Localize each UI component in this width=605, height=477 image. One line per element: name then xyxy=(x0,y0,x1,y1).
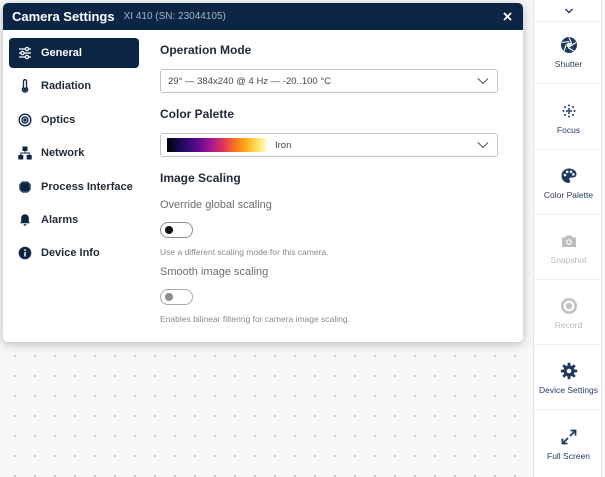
snapshot-button[interactable]: Snapshot xyxy=(534,218,603,280)
color-palette-select[interactable]: Iron xyxy=(160,133,498,157)
settings-nav: General Radiation Optics Network Process… xyxy=(9,38,139,272)
dialog-subtitle: XI 410 (SN: 23044105) xyxy=(123,11,226,22)
record-button[interactable]: Record xyxy=(534,283,603,345)
operation-mode-value: 29° — 384x240 @ 4 Hz — -20..100 °C xyxy=(168,75,331,87)
nav-item-radiation[interactable]: Radiation xyxy=(9,71,139,101)
toolbar-item-label: Record xyxy=(554,320,583,330)
image-scaling-title: Image Scaling xyxy=(160,171,241,185)
camera-toolbar: Shutter Focus Color Palette Snapshot Rec… xyxy=(533,0,603,477)
shutter-icon xyxy=(560,36,578,54)
focus-icon xyxy=(560,102,578,120)
chevron-down-icon xyxy=(477,76,489,89)
color-palette-title: Color Palette xyxy=(160,107,235,121)
dialog-title: Camera Settings xyxy=(12,9,115,24)
sliders-icon xyxy=(18,46,32,60)
nav-item-network[interactable]: Network xyxy=(9,138,139,168)
record-icon xyxy=(560,297,578,315)
nav-item-optics[interactable]: Optics xyxy=(9,105,139,135)
smooth-scaling-label: Smooth image scaling xyxy=(160,266,269,278)
camera-icon xyxy=(560,232,578,250)
device-settings-button[interactable]: Device Settings xyxy=(534,348,603,410)
nav-item-device-info[interactable]: Device Info xyxy=(9,238,139,268)
toggle-knob xyxy=(165,226,173,234)
toolbar-item-label: Focus xyxy=(556,125,581,135)
override-scaling-toggle[interactable] xyxy=(160,222,193,238)
nav-item-label: Alarms xyxy=(41,213,79,226)
toolbar-item-label: Color Palette xyxy=(543,190,594,200)
smooth-scaling-toggle[interactable] xyxy=(160,289,193,305)
shutter-button[interactable]: Shutter xyxy=(534,22,603,84)
toolbar-item-label: Device Settings xyxy=(538,385,599,395)
toolbar-item-label: Snapshot xyxy=(550,255,587,265)
thermometer-icon xyxy=(18,79,32,94)
palette-icon xyxy=(560,167,578,185)
collapse-toolbar-button[interactable] xyxy=(534,0,603,22)
chip-icon xyxy=(18,180,32,194)
camera-settings-dialog: Camera Settings XI 410 (SN: 23044105) Ge… xyxy=(3,3,523,342)
nav-item-alarms[interactable]: Alarms xyxy=(9,205,139,235)
nav-item-label: Optics xyxy=(41,113,76,126)
color-palette-button[interactable]: Color Palette xyxy=(534,153,603,215)
dialog-header: Camera Settings XI 410 (SN: 23044105) xyxy=(3,3,523,30)
toolbar-item-label: Shutter xyxy=(554,59,583,69)
close-icon[interactable] xyxy=(501,10,514,23)
override-scaling-label: Override global scaling xyxy=(160,199,272,211)
focus-button[interactable]: Focus xyxy=(534,88,603,150)
nav-item-label: Network xyxy=(41,147,85,160)
bell-icon xyxy=(18,213,32,227)
chevron-down-icon xyxy=(564,2,574,20)
operation-mode-title: Operation Mode xyxy=(160,43,252,57)
nav-item-process-interface[interactable]: Process Interface xyxy=(9,172,139,202)
nav-item-label: Radiation xyxy=(41,80,92,93)
lens-icon xyxy=(18,113,32,127)
nav-item-label: General xyxy=(41,47,82,59)
operation-mode-select[interactable]: 29° — 384x240 @ 4 Hz — -20..100 °C xyxy=(160,69,498,93)
chevron-down-icon xyxy=(477,140,489,153)
smooth-scaling-hint: Enables bilinear filtering for camera im… xyxy=(160,314,350,324)
general-settings-panel: Operation Mode 29° — 384x240 @ 4 Hz — -2… xyxy=(160,43,500,324)
toolbar-item-label: Full Screen xyxy=(547,450,590,461)
expand-icon xyxy=(560,428,578,446)
override-scaling-hint: Use a different scaling mode for this ca… xyxy=(160,247,329,257)
nav-item-general[interactable]: General xyxy=(9,38,139,68)
info-icon xyxy=(18,246,32,260)
palette-gradient-preview xyxy=(167,138,267,152)
network-icon xyxy=(18,146,32,160)
nav-item-label: Device Info xyxy=(41,247,100,260)
gear-icon xyxy=(560,362,578,380)
toggle-knob xyxy=(165,293,173,301)
color-palette-value: Iron xyxy=(275,139,292,151)
nav-item-label: Process Interface xyxy=(41,180,133,193)
full-screen-button[interactable]: Full Screen xyxy=(534,413,603,475)
